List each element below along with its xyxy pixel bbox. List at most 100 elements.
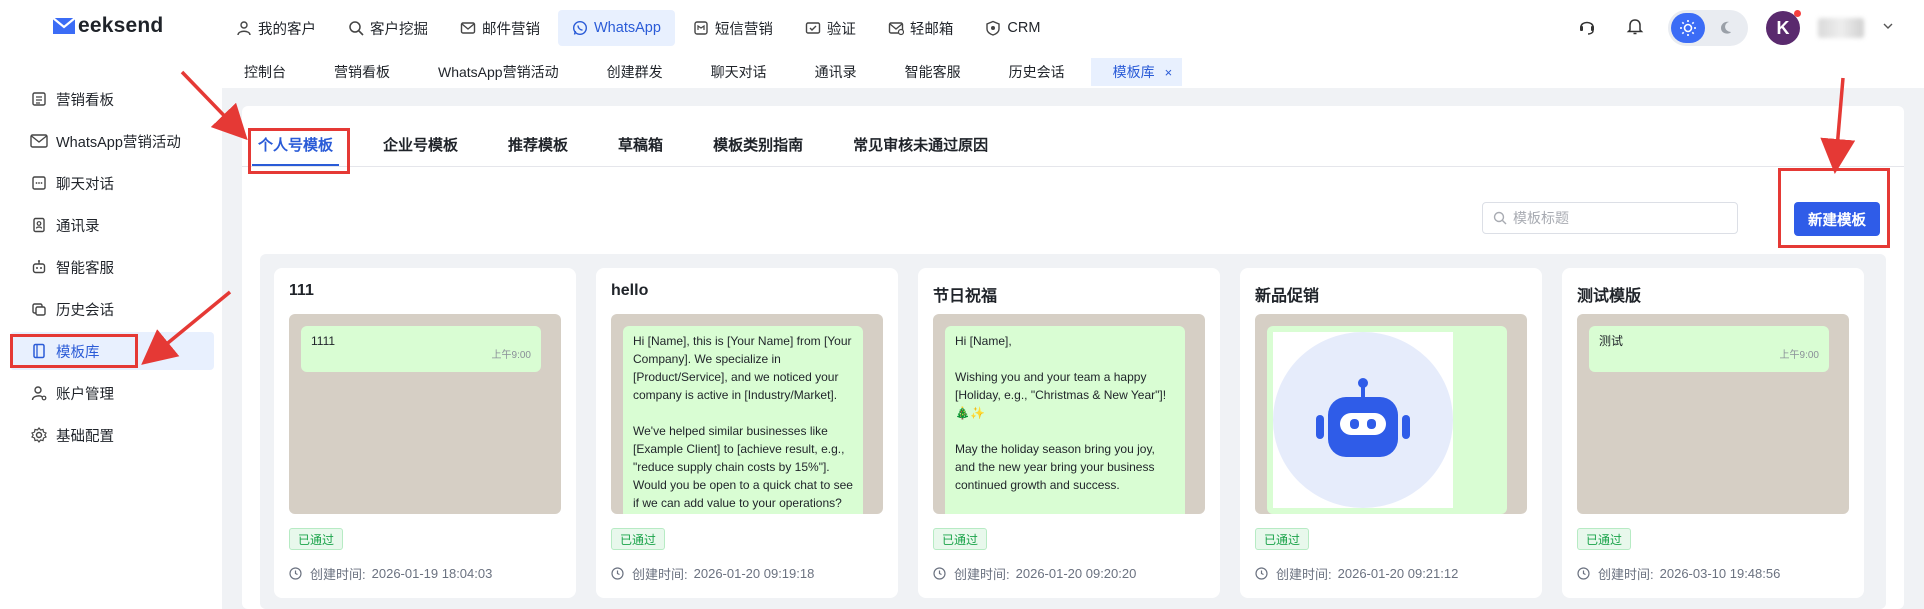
clock-icon: [289, 567, 302, 580]
message-bubble: Hi [Name], Wishing you and your team a h…: [945, 326, 1185, 514]
sidebar-item-history[interactable]: 历史会话: [10, 290, 214, 328]
robot-icon: [30, 258, 48, 276]
message-text: 测试: [1599, 334, 1624, 348]
template-card[interactable]: 新品促销 已通过 创建时间: 2026-01-20 09:21:12: [1240, 268, 1542, 598]
page-tab-dashboard[interactable]: 营销看板: [312, 58, 412, 86]
bell-icon: [1625, 16, 1645, 41]
account-icon: [30, 384, 48, 402]
tab-rejection-reasons[interactable]: 常见审核未通过原因: [847, 126, 994, 166]
template-card[interactable]: 节日祝福 Hi [Name], Wishing you and your tea…: [918, 268, 1220, 598]
sidebar-item-chat[interactable]: 聊天对话: [10, 164, 214, 202]
moon-icon[interactable]: [1711, 13, 1741, 43]
topnav-label: 邮件营销: [482, 21, 540, 38]
close-icon[interactable]: ×: [1165, 65, 1173, 80]
topnav-crm[interactable]: CRM: [971, 10, 1054, 46]
sidebar-item-contacts[interactable]: 通讯录: [10, 206, 214, 244]
sidebar-item-smart-service[interactable]: 智能客服: [10, 248, 214, 286]
chevron-down-icon[interactable]: [1882, 19, 1894, 37]
topnav-customer-mining[interactable]: 客户挖掘: [334, 10, 442, 46]
tab-business-templates[interactable]: 企业号模板: [377, 126, 464, 166]
annotation-box-template-library: [10, 334, 138, 368]
topnav-whatsapp[interactable]: WhatsApp: [558, 10, 675, 46]
message-preview: 测试 上午9:00: [1577, 314, 1849, 514]
annotation-box-personal-tab: [248, 128, 350, 174]
template-title: 111: [289, 282, 314, 299]
sidebar-item-label: 聊天对话: [56, 176, 114, 193]
topnav-email-marketing[interactable]: 邮件营销: [446, 10, 554, 46]
message-preview: Hi [Name], Wishing you and your team a h…: [933, 314, 1205, 514]
template-title: 节日祝福: [933, 288, 998, 305]
page-tab-create-broadcast[interactable]: 创建群发: [585, 58, 685, 86]
tab-recommended-templates[interactable]: 推荐模板: [502, 126, 574, 166]
sidebar-item-label: 智能客服: [56, 260, 114, 277]
crm-icon: [985, 20, 1001, 36]
page-tab-label: 通讯录: [814, 64, 857, 80]
search-icon: [1493, 211, 1507, 225]
status-badge: 已通过: [933, 528, 988, 550]
notification-button[interactable]: [1620, 13, 1650, 43]
sidebar-item-dashboard[interactable]: 营销看板: [10, 80, 214, 118]
created-label: 创建时间:: [632, 567, 688, 582]
template-card[interactable]: hello Hi [Name], this is [Your Name] fro…: [596, 268, 898, 598]
page-tab-label: WhatsApp营销活动: [438, 64, 559, 80]
page-tab-history[interactable]: 历史会话: [987, 58, 1087, 86]
created-value: 2026-01-20 09:21:12: [1337, 566, 1459, 581]
avatar[interactable]: K: [1766, 10, 1801, 45]
sidebar-item-whatsapp-campaign[interactable]: WhatsApp营销活动: [10, 122, 214, 160]
notification-dot: [1794, 10, 1801, 17]
page-tab-label: 智能客服: [904, 64, 961, 80]
logo[interactable]: eeksend: [52, 14, 163, 38]
page-tab-whatsapp-campaign[interactable]: WhatsApp营销活动: [416, 58, 581, 86]
message-time: 上午9:00: [1779, 350, 1819, 361]
topnav-label: 轻邮箱: [909, 21, 954, 38]
message-preview: [1255, 314, 1527, 514]
status-badge: 已通过: [289, 528, 344, 550]
created-value: 2026-01-20 09:20:20: [1015, 566, 1137, 581]
sidebar-item-label: 基础配置: [56, 428, 114, 445]
logo-text: eeksend: [78, 14, 164, 37]
topnav-light-mail[interactable]: 轻邮箱: [874, 10, 968, 46]
message-bubble: 1111 上午9:00: [301, 326, 541, 372]
message-text: Hi [Name], Wishing you and your team a h…: [955, 334, 1167, 492]
page-tab-contacts[interactable]: 通讯录: [793, 58, 879, 86]
sidebar-item-label: 营销看板: [56, 92, 114, 109]
template-card[interactable]: 111 1111 上午9:00 已通过 创建时间: 2026-01-19 18:…: [274, 268, 576, 598]
template-search-input[interactable]: 模板标题: [1482, 202, 1738, 234]
template-card[interactable]: 测试模版 测试 上午9:00 已通过 创建时间: 2026-03-10 19:4…: [1562, 268, 1864, 598]
sidebar-item-settings[interactable]: 基础配置: [10, 416, 214, 454]
main-panel: 个人号模板 企业号模板 推荐模板 草稿箱 模板类别指南 常见审核未通过原因 模板…: [242, 106, 1904, 609]
avatar-letter: K: [1776, 17, 1790, 38]
status-badge: 已通过: [1577, 528, 1632, 550]
topnav-label: 客户挖掘: [370, 21, 428, 38]
tab-drafts[interactable]: 草稿箱: [612, 126, 669, 166]
sidebar-item-label: WhatsApp营销活动: [56, 134, 181, 151]
page-tab-smart-service[interactable]: 智能客服: [883, 58, 983, 86]
page-tab-template-library[interactable]: 模板库 ×: [1090, 58, 1183, 86]
headset-icon: [1577, 16, 1597, 41]
support-button[interactable]: [1572, 13, 1602, 43]
page-tab-console[interactable]: 控制台: [222, 58, 308, 86]
sun-icon[interactable]: [1671, 13, 1705, 43]
search-placeholder: 模板标题: [1513, 210, 1569, 226]
created-label: 创建时间:: [954, 567, 1010, 582]
template-title: 测试模版: [1577, 288, 1642, 305]
tab-category-guide[interactable]: 模板类别指南: [707, 126, 809, 166]
contacts-icon: [30, 216, 48, 234]
sidebar-item-label: 账户管理: [56, 386, 114, 403]
whatsapp-icon: [572, 20, 588, 36]
page-tab-chat[interactable]: 聊天对话: [689, 58, 789, 86]
sidebar-item-account[interactable]: 账户管理: [10, 374, 214, 412]
search-icon: [348, 20, 364, 36]
robot-image: [1273, 332, 1453, 508]
created-time: 创建时间: 2026-01-20 09:20:20: [933, 564, 1136, 583]
template-title: hello: [611, 282, 649, 299]
message-preview: 1111 上午9:00: [289, 314, 561, 514]
user-icon: [236, 20, 252, 36]
theme-toggle[interactable]: [1668, 10, 1748, 46]
topnav-sms-marketing[interactable]: 短信营销: [679, 10, 787, 46]
created-label: 创建时间:: [310, 567, 366, 582]
topnav-my-customers[interactable]: 我的客户: [222, 10, 330, 46]
topnav-verify[interactable]: 验证: [791, 10, 870, 46]
clock-icon: [1255, 567, 1268, 580]
page-tab-label: 模板库: [1112, 64, 1155, 80]
